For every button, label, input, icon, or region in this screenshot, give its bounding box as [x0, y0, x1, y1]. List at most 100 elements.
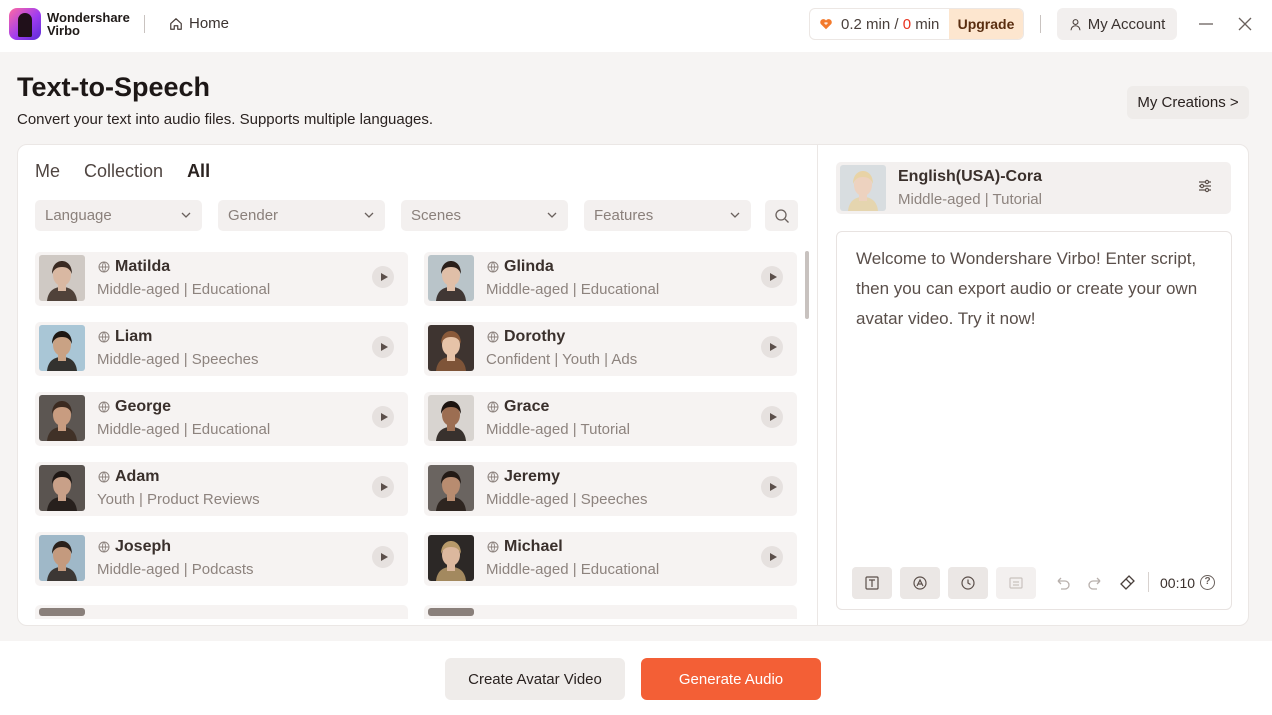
globe-icon [98, 261, 110, 273]
gender-filter[interactable]: Gender [218, 200, 385, 231]
voice-card[interactable]: Grace Middle-aged | Tutorial [424, 392, 797, 446]
globe-icon [98, 471, 110, 483]
text-box-icon [865, 576, 879, 590]
play-preview-icon[interactable] [372, 546, 394, 568]
voice-name: Michael [504, 538, 563, 555]
voice-card[interactable]: Jeremy Middle-aged | Speeches [424, 462, 797, 516]
voice-desc: Youth | Product Reviews [97, 491, 260, 508]
portrait-image [428, 255, 474, 301]
voice-name: Adam [115, 468, 160, 485]
close-icon[interactable] [1235, 14, 1255, 34]
voice-avatar [39, 465, 85, 511]
globe-icon [98, 331, 110, 343]
portrait-image [428, 535, 474, 581]
script-editor[interactable]: Welcome to Wondershare Virbo! Enter scri… [836, 231, 1232, 610]
script-text[interactable]: Welcome to Wondershare Virbo! Enter scri… [856, 244, 1218, 334]
voice-list-scrollbar[interactable] [805, 251, 809, 319]
create-avatar-video-button[interactable]: Create Avatar Video [445, 658, 625, 700]
portrait-image [428, 325, 474, 371]
play-preview-icon[interactable] [761, 476, 783, 498]
voice-card[interactable]: Glinda Middle-aged | Educational [424, 252, 797, 306]
tab-collection[interactable]: Collection [84, 161, 163, 182]
play-preview-icon[interactable] [761, 266, 783, 288]
portrait-image [39, 325, 85, 371]
gender-filter-label: Gender [228, 207, 279, 224]
voice-card[interactable]: Dorothy Confident | Youth | Ads [424, 322, 797, 376]
subtitle-button[interactable] [996, 567, 1036, 599]
subtitle-icon [1009, 577, 1023, 589]
play-preview-icon[interactable] [372, 266, 394, 288]
voice-avatar [428, 608, 474, 616]
title-divider [144, 15, 145, 33]
portrait-image [39, 395, 85, 441]
title-bar: Wondershare Virbo Home 0.2 min / 0 min U… [0, 0, 1272, 52]
chevron-down-icon [181, 212, 191, 218]
portrait-image [840, 165, 886, 211]
insert-pause-button[interactable] [948, 567, 988, 599]
voice-card[interactable]: George Middle-aged | Educational [35, 392, 408, 446]
play-preview-icon[interactable] [372, 476, 394, 498]
voice-card[interactable]: Joseph Middle-aged | Podcasts [35, 532, 408, 586]
play-preview-icon[interactable] [761, 546, 783, 568]
quota-unit: min [911, 15, 940, 33]
globe-icon [487, 261, 499, 273]
play-preview-icon[interactable] [372, 336, 394, 358]
play-preview-icon[interactable] [372, 406, 394, 428]
voice-desc: Middle-aged | Educational [486, 561, 660, 578]
chevron-down-icon [364, 212, 374, 218]
pronunciation-icon [913, 576, 927, 590]
home-link[interactable]: Home [169, 15, 229, 32]
voice-avatar [428, 535, 474, 581]
voice-desc: Middle-aged | Educational [486, 281, 660, 298]
voice-desc: Middle-aged | Tutorial [486, 421, 630, 438]
voice-name: George [115, 398, 172, 415]
globe-icon [98, 541, 110, 553]
quota-separator: / [890, 15, 903, 33]
upgrade-button[interactable]: Upgrade [949, 9, 1023, 39]
voice-card[interactable]: Liam Middle-aged | Speeches [35, 322, 408, 376]
page-title: Text-to-Speech [17, 72, 211, 102]
undo-icon[interactable] [1054, 574, 1072, 592]
globe-icon [98, 401, 110, 413]
voice-card[interactable]: Michael Middle-aged | Educational [424, 532, 797, 586]
play-preview-icon[interactable] [761, 406, 783, 428]
tab-me[interactable]: Me [35, 161, 60, 182]
voice-card-partial[interactable] [424, 605, 797, 619]
clear-brush-icon[interactable] [1118, 574, 1136, 592]
selected-voice[interactable]: English(USA)-Cora Middle-aged | Tutorial [836, 162, 1231, 214]
page-subtitle: Convert your text into audio files. Supp… [17, 111, 434, 128]
voice-card[interactable]: Matilda Middle-aged | Educational [35, 252, 408, 306]
search-button[interactable] [765, 200, 798, 231]
generate-audio-button[interactable]: Generate Audio [641, 658, 821, 700]
redo-icon[interactable] [1086, 574, 1104, 592]
tab-all[interactable]: All [187, 161, 210, 182]
voice-card-partial[interactable] [35, 605, 408, 619]
play-preview-icon[interactable] [761, 336, 783, 358]
home-label: Home [189, 15, 230, 32]
user-icon [1070, 18, 1081, 30]
pronunciation-button[interactable] [900, 567, 940, 599]
my-account-button[interactable]: My Account [1057, 8, 1177, 40]
voice-name: Liam [115, 328, 153, 345]
my-account-label: My Account [1087, 15, 1166, 33]
voice-settings-icon[interactable] [1197, 178, 1213, 194]
language-filter[interactable]: Language [35, 200, 202, 231]
minimize-icon[interactable] [1196, 14, 1216, 34]
help-icon[interactable]: ? [1200, 575, 1215, 590]
voice-avatar [428, 255, 474, 301]
voice-name: Grace [504, 398, 550, 415]
scenes-filter[interactable]: Scenes [401, 200, 568, 231]
brand-line-2: Virbo [47, 23, 80, 38]
insert-text-button[interactable] [852, 567, 892, 599]
language-filter-label: Language [45, 207, 112, 224]
quota-total: 0 [902, 15, 912, 33]
portrait-image [428, 465, 474, 511]
voice-card[interactable]: Adam Youth | Product Reviews [35, 462, 408, 516]
portrait-image [428, 395, 474, 441]
my-creations-button[interactable]: My Creations > [1127, 86, 1249, 119]
voice-avatar [39, 325, 85, 371]
voice-desc: Middle-aged | Educational [97, 421, 271, 438]
search-icon [774, 208, 789, 223]
voice-avatar [39, 255, 85, 301]
features-filter[interactable]: Features [584, 200, 751, 231]
